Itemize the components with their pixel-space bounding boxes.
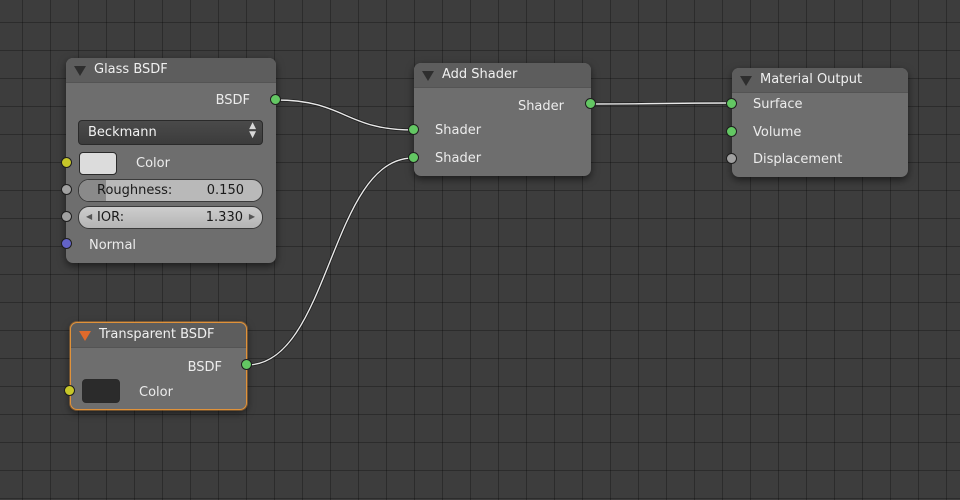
color-label: Color [136,156,170,171]
ior-value: 1.330 [205,210,243,225]
node-header[interactable]: Add Shader [414,63,591,88]
dropdown-arrows-icon: ▲ ▼ [249,121,256,140]
color-swatch[interactable] [82,379,120,403]
node-title: Glass BSDF [94,62,168,77]
node-header[interactable]: Glass BSDF [66,58,276,83]
add-shader-input-1-socket[interactable] [408,124,419,135]
node-title: Add Shader [442,67,518,82]
displacement-socket[interactable] [726,153,737,164]
surface-label: Surface [753,97,803,112]
transparent-color-socket[interactable] [64,385,75,396]
link-add-to-output[interactable] [589,101,732,106]
add-shader-input-2-socket[interactable] [408,152,419,163]
glass-ior-socket[interactable] [61,211,72,222]
node-header[interactable]: Transparent BSDF [71,323,246,348]
output-bsdf-label: BSDF [215,93,250,108]
glass-bsdf-node[interactable]: Glass BSDF BSDF Beckmann ▲ ▼ Color Roughn… [66,58,276,263]
glass-bsdf-output-socket[interactable] [270,94,281,105]
input-shader-1-label: Shader [435,123,482,138]
increment-arrow-icon[interactable]: ▶ [249,212,255,221]
collapse-triangle-icon[interactable] [740,76,752,86]
collapse-triangle-icon[interactable] [74,66,86,76]
glass-normal-socket[interactable] [61,238,72,249]
transparent-bsdf-node[interactable]: Transparent BSDF BSDF Color [70,322,247,410]
volume-label: Volume [753,125,802,140]
node-header[interactable]: Material Output [732,68,908,93]
input-shader-2-label: Shader [435,151,482,166]
add-shader-output-socket[interactable] [585,98,596,109]
ior-label: IOR: [97,210,125,225]
roughness-label: Roughness: [97,183,173,198]
roughness-slider[interactable]: Roughness: 0.150 [78,179,263,202]
output-shader-label: Shader [517,99,564,114]
distribution-dropdown[interactable]: Beckmann ▲ ▼ [78,120,263,145]
glass-roughness-socket[interactable] [61,184,72,195]
distribution-value: Beckmann [88,125,157,140]
material-output-node[interactable]: Material Output Surface Volume Displacem… [732,68,908,177]
color-swatch[interactable] [79,152,117,175]
node-title: Transparent BSDF [99,327,215,342]
volume-socket[interactable] [726,126,737,137]
link-glass-to-add[interactable] [275,98,414,132]
surface-socket[interactable] [726,98,737,109]
glass-color-socket[interactable] [61,157,72,168]
displacement-label: Displacement [753,152,843,167]
collapse-triangle-icon[interactable] [422,71,434,81]
node-title: Material Output [760,72,863,87]
normal-label: Normal [89,238,137,253]
color-label: Color [139,385,173,400]
add-shader-node[interactable]: Add Shader Shader Shader Shader [414,63,591,176]
transparent-bsdf-output-socket[interactable] [241,359,252,370]
ior-field[interactable]: ◀ IOR: 1.330 ▶ [78,206,263,229]
roughness-value: 0.150 [206,183,244,198]
decrement-arrow-icon[interactable]: ◀ [86,212,92,221]
output-bsdf-label: BSDF [187,360,222,375]
collapse-triangle-icon[interactable] [79,331,91,341]
